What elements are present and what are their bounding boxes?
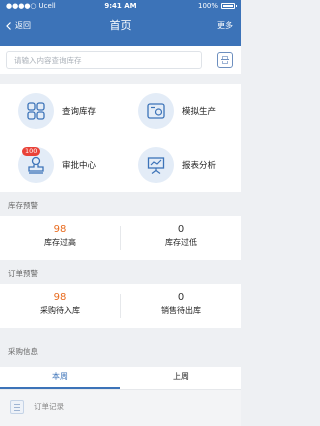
tab-this-week[interactable]: 本周 (0, 367, 120, 389)
order-record-row[interactable]: 订单记录 (0, 389, 241, 426)
function-grid: 查询库存 模拟生产 100 审批中心 报表分析 (0, 84, 241, 192)
purchase-info-title: 采购信息 (8, 347, 38, 356)
approval-badge: 100 (22, 147, 41, 156)
order-record-icon (10, 400, 24, 414)
stat-label: 库存过高 (44, 238, 76, 247)
approval-stamp-icon: 100 (18, 147, 54, 183)
menu-item-simulate-production[interactable]: 模拟生产 (120, 84, 240, 138)
battery-icon (221, 3, 237, 9)
purchase-tabs: 本周 上周 (0, 367, 241, 389)
menu-item-inventory-query[interactable]: 查询库存 (0, 84, 120, 138)
stat-value: 98 (53, 224, 67, 235)
app-header: ●●●●○ Ucell 9:41 AM 100% 返回 首页 更多 (0, 0, 241, 46)
stat-value: 0 (177, 224, 185, 235)
tab-last-week[interactable]: 上周 (121, 367, 241, 389)
nav-bar: 返回 首页 更多 (0, 12, 241, 46)
order-alert-title: 订单预警 (8, 269, 38, 278)
more-button[interactable]: 更多 (217, 12, 233, 40)
search-input[interactable]: 请输入内容查询库存 (6, 51, 202, 69)
stat-label: 库存过低 (165, 238, 197, 247)
stat-label: 销售待出库 (161, 306, 201, 315)
stat-sales-pending[interactable]: 0 销售待出库 (121, 284, 241, 328)
report-chart-icon (138, 147, 174, 183)
menu-item-approval-center[interactable]: 100 审批中心 (0, 138, 120, 192)
stat-purchase-pending[interactable]: 98 采购待入库 (0, 284, 120, 328)
menu-item-report-analysis[interactable]: 报表分析 (120, 138, 240, 192)
menu-label: 审批中心 (62, 161, 97, 171)
stat-inventory-high[interactable]: 98 库存过高 (0, 216, 120, 260)
stat-value: 98 (53, 292, 67, 303)
stat-label: 采购待入库 (40, 306, 80, 315)
inventory-query-icon (18, 93, 54, 129)
stat-value: 0 (177, 292, 185, 303)
page-title: 首页 (109, 19, 132, 32)
search-bar: 请输入内容查询库存 (0, 46, 241, 74)
battery-percent: 100% (197, 2, 218, 10)
menu-label: 模拟生产 (182, 107, 217, 117)
stat-inventory-low[interactable]: 0 库存过低 (121, 216, 241, 260)
menu-label: 查询库存 (62, 107, 97, 117)
order-alert-row: 98 采购待入库 0 销售待出库 (0, 284, 241, 328)
scan-icon[interactable] (217, 52, 233, 68)
inventory-alert-title: 库存预警 (8, 201, 38, 210)
inventory-alert-row: 98 库存过高 0 库存过低 (0, 216, 241, 260)
battery-status: 100% (197, 0, 237, 12)
order-record-label: 订单记录 (34, 402, 64, 411)
simulate-production-icon (138, 93, 174, 129)
menu-label: 报表分析 (182, 161, 217, 171)
status-bar: ●●●●○ Ucell 9:41 AM 100% (0, 0, 241, 12)
